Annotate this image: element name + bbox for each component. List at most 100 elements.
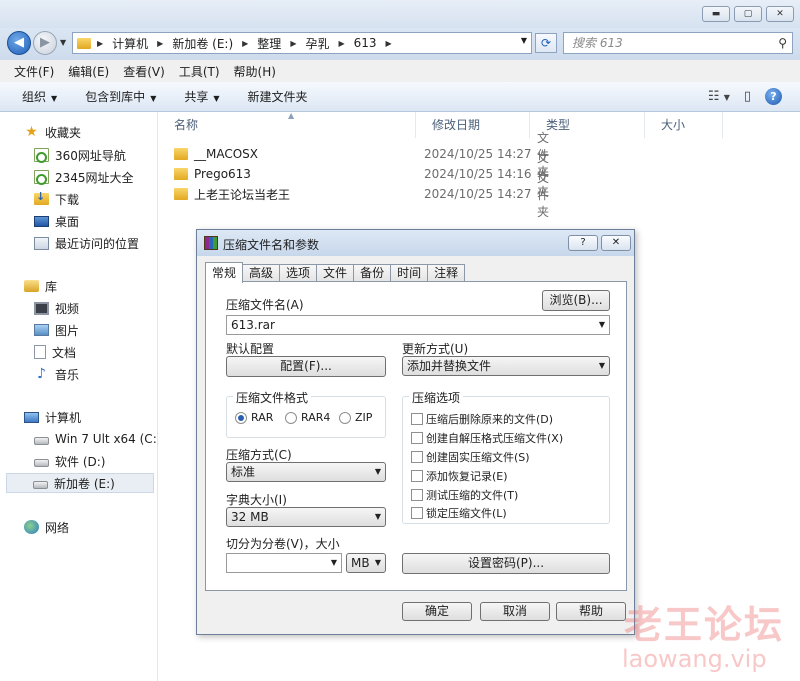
sidebar-computer-header[interactable]: 计算机	[24, 407, 81, 427]
recent-pages-dropdown[interactable]: ▼	[60, 38, 66, 47]
dialog-titlebar[interactable]: 压缩文件名和参数 ? ✕	[197, 230, 634, 256]
forward-button[interactable]: ▶	[33, 31, 57, 55]
menu-file[interactable]: 文件(F)	[14, 63, 54, 80]
tab-general[interactable]: 常规	[205, 262, 244, 283]
organize-button[interactable]: 组织 ▼	[22, 88, 57, 105]
file-row[interactable]: __MACOSX 2024/10/25 14:27 文件夹	[174, 131, 549, 179]
share-button[interactable]: 共享 ▼	[184, 88, 219, 105]
chevron-right-icon[interactable]: ▶	[97, 39, 103, 48]
watermark-title: 老王论坛	[624, 603, 785, 647]
ok-button[interactable]: 确定	[402, 602, 472, 621]
sidebar-item-drive-e[interactable]: 新加卷 (E:)	[6, 473, 154, 493]
option-test-files[interactable]: 测试压缩的文件(T)	[411, 487, 518, 503]
update-mode-select[interactable]: 添加并替换文件 ▼	[402, 356, 610, 376]
set-password-button[interactable]: 设置密码(P)...	[402, 553, 610, 574]
chevron-right-icon[interactable]: ▶	[157, 39, 163, 48]
format-radio-zip[interactable]: ZIP	[339, 411, 372, 424]
file-row[interactable]: Prego613 2024/10/25 14:16 文件夹	[174, 151, 549, 199]
sidebar-item-drive-c[interactable]: Win 7 Ult x64 (C:)	[34, 429, 161, 449]
option-recovery-record[interactable]: 添加恢复记录(E)	[411, 468, 508, 484]
sidebar-item-recent-places[interactable]: 最近访问的位置	[34, 233, 139, 253]
browse-button[interactable]: 浏览(B)...	[542, 290, 610, 311]
chevron-right-icon[interactable]: ▶	[338, 39, 344, 48]
archive-name-label: 压缩文件名(A)	[226, 298, 304, 312]
sidebar-item-desktop[interactable]: 桌面	[34, 211, 79, 231]
breadcrumb-folder-zhengli[interactable]: 整理	[257, 35, 281, 52]
close-button[interactable]: ✕	[766, 6, 794, 22]
refresh-icon: ⟳	[540, 36, 552, 50]
menu-view[interactable]: 查看(V)	[123, 63, 165, 80]
option-solid-archive[interactable]: 创建固实压缩文件(S)	[411, 449, 530, 465]
sidebar-libraries-header[interactable]: 库	[24, 276, 57, 296]
sidebar-network-header[interactable]: 网络	[24, 517, 69, 537]
view-controls: ☷ ▼ ▯ ?	[708, 88, 782, 105]
dictionary-size-label: 字典大小(I)	[226, 493, 287, 507]
address-history-dropdown[interactable]: ▼	[521, 36, 527, 45]
menu-edit[interactable]: 编辑(E)	[68, 63, 109, 80]
dialog-title: 压缩文件名和参数	[223, 238, 320, 252]
column-header-name[interactable]: ▲ 名称	[158, 111, 416, 138]
update-mode-value: 添加并替换文件	[407, 359, 492, 373]
chevron-right-icon[interactable]: ▶	[290, 39, 296, 48]
sidebar-item-drive-d[interactable]: 软件 (D:)	[34, 451, 105, 471]
radio-label: ZIP	[355, 411, 373, 424]
winrar-icon	[204, 236, 218, 250]
new-folder-button[interactable]: 新建文件夹	[248, 88, 308, 105]
file-row[interactable]: 上老王论坛当老王 2024/10/25 14:27 文件夹	[174, 171, 549, 219]
search-icon[interactable]: ⚲	[778, 33, 787, 53]
sidebar-item-label: 计算机	[45, 410, 82, 425]
menu-help[interactable]: 帮助(H)	[234, 63, 276, 80]
help-icon[interactable]: ?	[765, 88, 782, 105]
option-delete-after[interactable]: 压缩后删除原来的文件(D)	[411, 411, 553, 427]
sidebar-item-pictures[interactable]: 图片	[34, 320, 79, 340]
option-lock-archive[interactable]: 锁定压缩文件(L)	[411, 505, 507, 521]
minimize-button[interactable]: ▬	[702, 6, 730, 22]
chevron-right-icon[interactable]: ▶	[386, 39, 392, 48]
checkbox-label: 创建固实压缩文件(S)	[426, 451, 530, 464]
format-radio-rar[interactable]: RAR	[235, 411, 273, 424]
split-volume-size-input[interactable]: ▼	[226, 553, 342, 573]
sidebar-item-documents[interactable]: 文档	[34, 342, 76, 362]
dialog-help-button[interactable]: ?	[568, 235, 598, 251]
sidebar-favorites-header[interactable]: ★ 收藏夹	[24, 122, 81, 142]
refresh-button[interactable]: ⟳	[535, 33, 557, 53]
option-sfx-archive[interactable]: 创建自解压格式压缩文件(X)	[411, 430, 563, 446]
address-bar[interactable]: ▶ 计算机 ▶ 新加卷 (E:) ▶ 整理 ▶ 孕乳 ▶ 613 ▶ ▼	[72, 32, 532, 54]
back-button[interactable]: ◀	[7, 31, 31, 55]
compression-method-select[interactable]: 标准 ▼	[226, 462, 386, 482]
sidebar-item-2345-nav[interactable]: 2345网址大全	[34, 167, 134, 187]
preview-pane-icon[interactable]: ▯	[744, 89, 751, 104]
archive-name-input[interactable]: 613.rar ▼	[226, 315, 610, 335]
help-button[interactable]: 帮助	[556, 602, 626, 621]
maximize-button[interactable]: ▢	[734, 6, 762, 22]
dialog-close-button[interactable]: ✕	[601, 235, 631, 251]
search-input[interactable]: 搜索 613 ⚲	[563, 32, 793, 54]
column-header-date[interactable]: 修改日期	[416, 112, 530, 138]
split-volume-unit-select[interactable]: MB ▼	[346, 553, 386, 573]
chevron-down-icon: ▼	[374, 558, 381, 567]
sidebar-item-music[interactable]: ♪ 音乐	[34, 364, 79, 384]
menu-tools[interactable]: 工具(T)	[179, 63, 220, 80]
sidebar-item-label: 视频	[55, 301, 80, 316]
format-radio-rar4[interactable]: RAR4	[285, 411, 330, 424]
breadcrumb-drive-e[interactable]: 新加卷 (E:)	[172, 35, 233, 52]
profile-button[interactable]: 配置(F)...	[226, 356, 386, 377]
breadcrumb-computer[interactable]: 计算机	[112, 35, 148, 52]
sidebar-item-videos[interactable]: 视频	[34, 298, 79, 318]
folder-icon	[174, 188, 188, 200]
cancel-button[interactable]: 取消	[480, 602, 550, 621]
breadcrumb-folder-yunru[interactable]: 孕乳	[305, 35, 329, 52]
radio-label: RAR4	[301, 411, 331, 424]
sidebar-item-label: 网络	[45, 520, 70, 535]
column-header-size[interactable]: 大小	[645, 112, 723, 138]
checkbox-label: 创建自解压格式压缩文件(X)	[426, 432, 564, 445]
folder-icon	[174, 148, 188, 160]
sidebar-item-360-nav[interactable]: 360网址导航	[34, 145, 126, 165]
include-in-library-button[interactable]: 包含到库中 ▼	[85, 88, 156, 105]
breadcrumb-folder-613[interactable]: 613	[354, 36, 377, 50]
sidebar-item-label: 桌面	[55, 214, 80, 229]
sidebar-item-downloads[interactable]: 下载	[34, 189, 79, 209]
chevron-right-icon[interactable]: ▶	[242, 39, 248, 48]
view-options-icon[interactable]: ☷ ▼	[708, 89, 730, 104]
dictionary-size-select[interactable]: 32 MB ▼	[226, 507, 386, 527]
